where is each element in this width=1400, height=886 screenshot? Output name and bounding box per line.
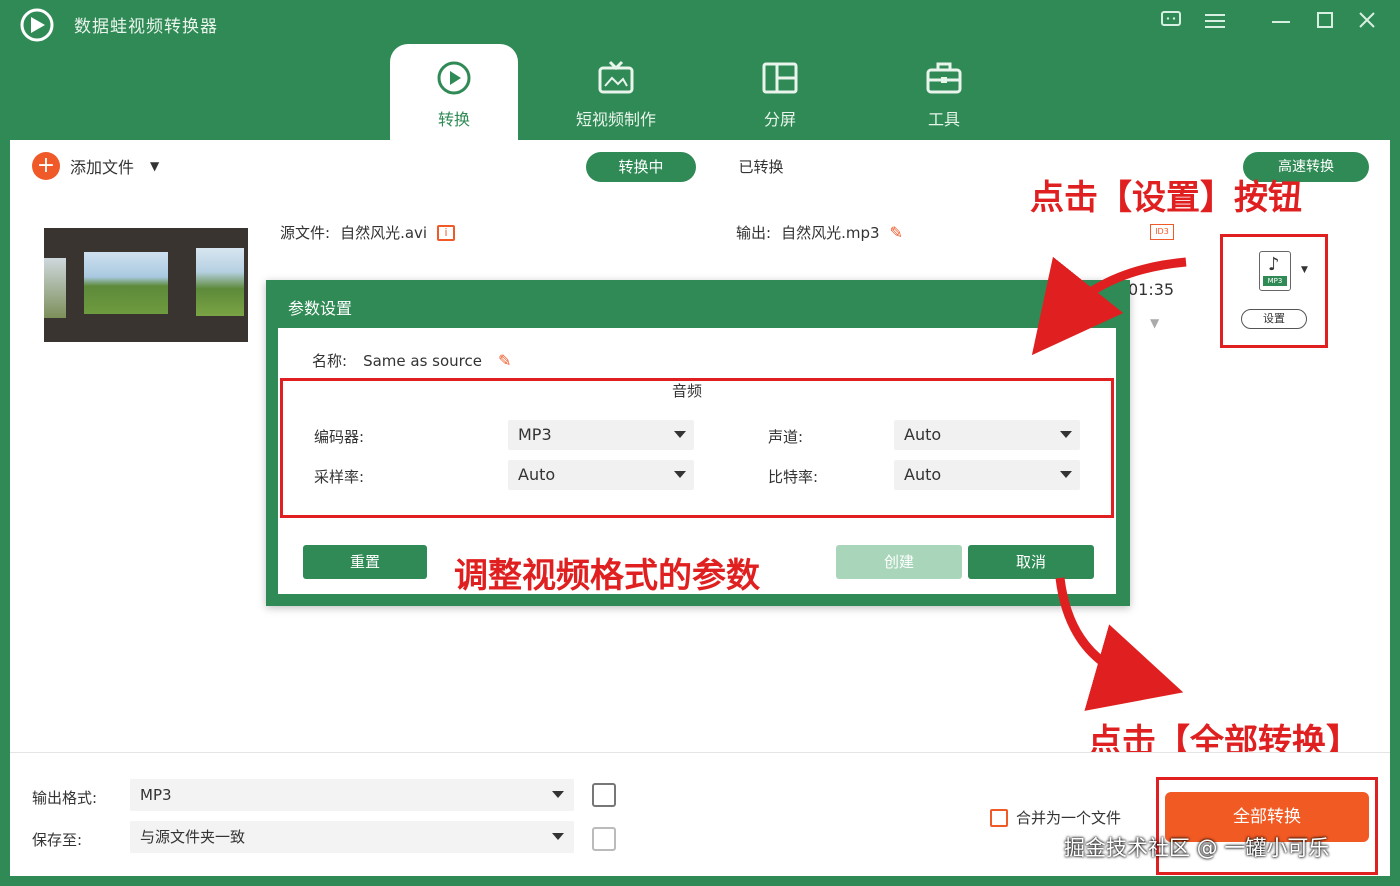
merge-label: 合并为一个文件 xyxy=(1016,809,1122,827)
folder-icon[interactable] xyxy=(592,827,616,851)
arrow-to-convert xyxy=(1055,577,1184,711)
save-to-label: 保存至: xyxy=(32,831,83,849)
chevron-down-icon xyxy=(552,791,564,798)
merge-checkbox[interactable] xyxy=(990,808,1008,827)
chevron-down-icon xyxy=(552,833,564,840)
save-to-select[interactable]: 与源文件夹一致 xyxy=(130,821,574,853)
output-format-label: 输出格式: xyxy=(32,789,98,807)
output-format-select[interactable]: MP3 xyxy=(130,779,574,811)
annotation-adjust-params: 调整视频格式的参数 xyxy=(454,556,760,596)
watermark: 掘金技术社区 @ 一罐小可乐 xyxy=(1064,836,1330,860)
arrow-to-dialog xyxy=(1031,256,1187,356)
merge-option[interactable]: 合并为一个文件 xyxy=(990,807,1121,828)
output-format-value: MP3 xyxy=(140,786,172,804)
format-settings-icon[interactable] xyxy=(592,783,616,807)
annotation-click-settings: 点击【设置】按钮 xyxy=(1030,178,1302,218)
save-to-value: 与源文件夹一致 xyxy=(140,828,246,846)
